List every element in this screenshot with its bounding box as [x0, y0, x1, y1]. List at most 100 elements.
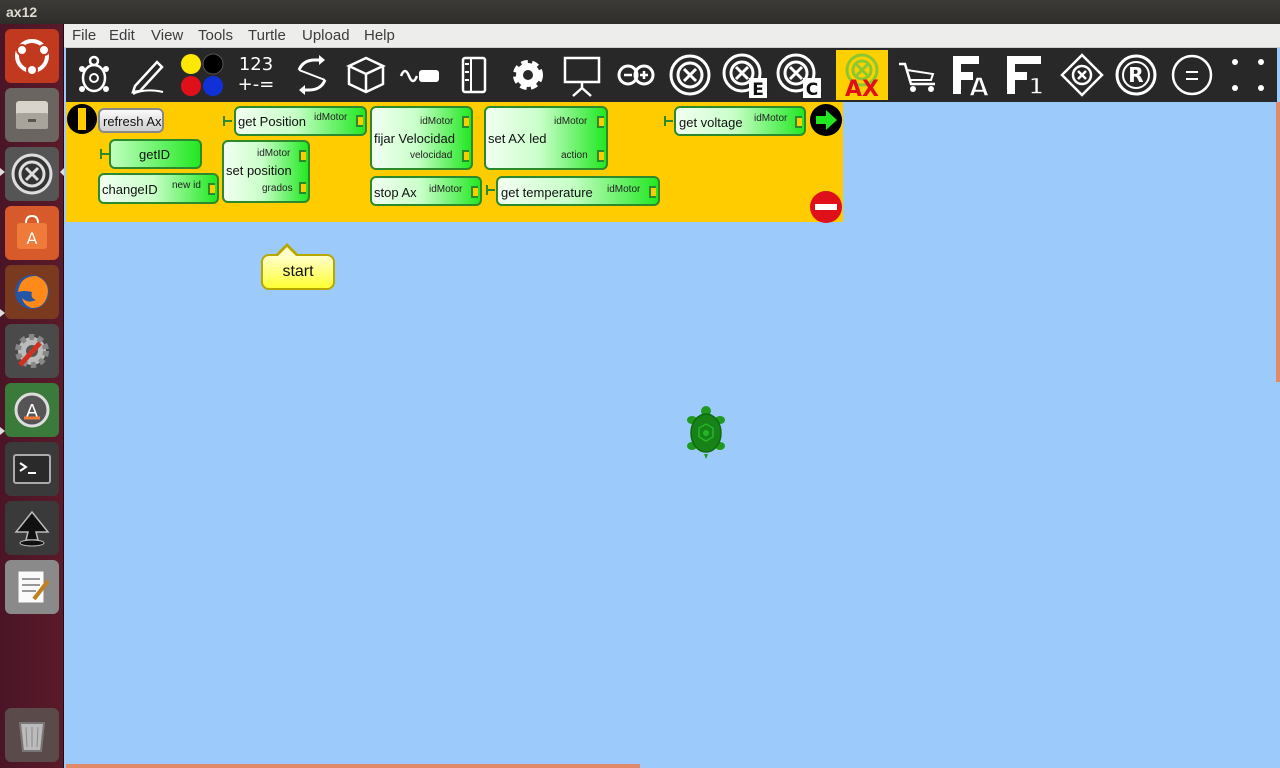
minus-palette-button[interactable] — [1166, 50, 1218, 100]
start-label: start — [282, 263, 314, 280]
diamond-palette-button[interactable] — [1056, 50, 1108, 100]
f1-digit: 1 — [1028, 75, 1043, 98]
ax12-palette-button[interactable]: AX — [836, 50, 888, 100]
system-settings-button[interactable] — [5, 324, 59, 378]
sensors-palette-button[interactable] — [394, 50, 446, 100]
svg-text:A: A — [27, 229, 38, 248]
ax-e-button[interactable]: E — [718, 50, 770, 100]
menu-view[interactable]: View — [151, 27, 183, 44]
ax-c-button[interactable]: C — [772, 50, 824, 100]
software-updater-button[interactable]: A — [5, 383, 59, 437]
menu-help[interactable]: Help — [364, 27, 395, 44]
menu-turtle[interactable]: Turtle — [248, 27, 286, 44]
terminal-button[interactable] — [5, 442, 59, 496]
fijar-velocidad-label: fijar Velocidad — [374, 131, 455, 146]
fa-icon: A — [953, 56, 990, 98]
socket — [299, 150, 306, 162]
pen-palette-button[interactable] — [122, 50, 174, 100]
get-position-block[interactable]: get Position idMotor — [234, 106, 367, 136]
socket — [462, 116, 469, 128]
set-ax-led-label: set AX led — [488, 131, 547, 146]
window-title: ax12 — [0, 0, 1280, 24]
socket — [649, 186, 656, 198]
set-ax-led-block[interactable]: idMotor set AX led action — [484, 106, 608, 170]
connector — [486, 185, 495, 195]
presentation-palette-button[interactable] — [556, 50, 608, 100]
socket — [795, 116, 802, 128]
r-letter: R — [1128, 63, 1143, 87]
get-id-label: getID — [139, 147, 171, 162]
colors-palette-button[interactable] — [176, 50, 228, 100]
get-id-block[interactable]: getID — [109, 139, 202, 169]
ax-c-letter: C — [806, 80, 818, 98]
get-temperature-label: get temperature — [501, 185, 593, 200]
box-icon — [346, 56, 386, 94]
get-voltage-label: get voltage — [679, 115, 743, 130]
menu-tools[interactable]: Tools — [198, 27, 233, 44]
media-palette-button[interactable] — [448, 50, 500, 100]
turtle-sprite-icon[interactable] — [684, 404, 728, 460]
terminal-icon — [13, 454, 51, 484]
socket — [462, 150, 469, 162]
set-ax-led-arg2: action — [561, 150, 588, 161]
connector — [223, 116, 232, 126]
more-palette-button[interactable] — [1222, 50, 1274, 100]
firefox-button[interactable] — [5, 265, 59, 319]
more-icon — [1232, 59, 1264, 91]
next-palette-arrow-icon[interactable] — [809, 103, 843, 137]
turtle-palette-button[interactable] — [68, 50, 120, 100]
menu-file[interactable]: File — [72, 27, 96, 44]
socket — [597, 116, 604, 128]
refresh-ax-block[interactable]: refresh Ax — [98, 108, 164, 133]
software-center-button[interactable]: A — [5, 206, 59, 260]
files-button[interactable] — [5, 88, 59, 142]
turtle-icon — [79, 55, 109, 93]
get-voltage-block[interactable]: get voltage idMotor — [674, 106, 806, 136]
socket — [597, 150, 604, 162]
cart-palette-button[interactable] — [892, 50, 944, 100]
get-position-label: get Position — [238, 114, 306, 129]
fa-palette-button[interactable]: A — [946, 50, 998, 100]
presentation-icon — [563, 56, 601, 97]
stop-ax-block[interactable]: stop Ax idMotor — [370, 176, 482, 206]
fa-letter: A — [969, 73, 989, 98]
start-block-tip-fill — [278, 247, 296, 256]
ax12-app-button[interactable] — [5, 147, 59, 201]
pen-icon — [131, 60, 164, 95]
palette-orientation-icon[interactable] — [66, 103, 98, 137]
stop-ax-label: stop Ax — [374, 185, 417, 200]
socket — [299, 182, 306, 194]
text-editor-button[interactable] — [5, 560, 59, 614]
ubuntu-dash-button[interactable] — [5, 29, 59, 83]
menu-upload[interactable]: Upload — [302, 27, 350, 44]
vertical-scrollbar[interactable] — [1276, 102, 1280, 382]
extras-palette-button[interactable] — [502, 50, 554, 100]
ax-plugin-button[interactable] — [664, 50, 716, 100]
set-position-arg2: grados — [262, 183, 293, 194]
fijar-velocidad-block[interactable]: idMotor fijar Velocidad velocidad — [370, 106, 473, 170]
f1-palette-button[interactable]: 1 — [1000, 50, 1052, 100]
firefox-icon — [15, 275, 49, 309]
flow-palette-button[interactable] — [286, 50, 338, 100]
socket — [471, 186, 478, 198]
numbers-palette-button[interactable]: 123 +-= — [230, 50, 282, 100]
change-id-block[interactable]: changeID new id — [98, 173, 219, 204]
get-temperature-block[interactable]: get temperature idMotor — [496, 176, 660, 206]
get-position-arg: idMotor — [314, 112, 348, 123]
launcher: A A — [0, 24, 64, 768]
box-palette-button[interactable] — [340, 50, 392, 100]
ax-label: AX — [845, 77, 879, 98]
remove-palette-icon[interactable] — [809, 190, 843, 224]
inkscape-button[interactable] — [5, 501, 59, 555]
fijar-velocidad-arg1: idMotor — [420, 116, 454, 127]
arduino-palette-button[interactable] — [610, 50, 662, 100]
horizontal-scrollbar[interactable] — [66, 764, 640, 768]
trash-icon — [18, 722, 46, 752]
set-position-block[interactable]: idMotor set position grados — [222, 140, 310, 203]
ax-e-icon: E — [722, 53, 767, 98]
trash-button[interactable] — [5, 708, 59, 762]
r-palette-button[interactable]: R — [1110, 50, 1162, 100]
start-block[interactable]: start — [261, 254, 335, 290]
diamond-icon — [1060, 53, 1104, 97]
menu-edit[interactable]: Edit — [109, 27, 135, 44]
